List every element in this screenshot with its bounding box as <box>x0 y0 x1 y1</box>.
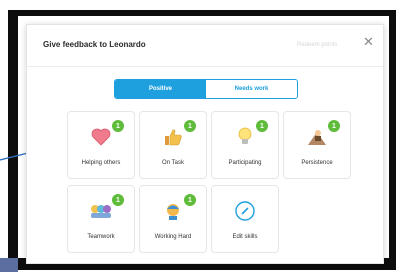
lightbulb-icon <box>234 126 256 148</box>
skill-label: Participating <box>228 160 262 166</box>
tab-positive[interactable]: Positive <box>115 80 206 98</box>
hard-worker-icon <box>162 200 184 222</box>
skill-tile-working-hard[interactable]: 1 Working Hard <box>139 185 207 253</box>
skill-tile-teamwork[interactable]: 1 Teamwork <box>67 185 135 253</box>
skill-label: Helping others <box>81 160 121 166</box>
point-badge: 1 <box>256 120 268 132</box>
close-icon[interactable]: ✕ <box>363 35 374 49</box>
feedback-type-tabs: Positive Needs work <box>114 79 298 99</box>
skill-tile-participating[interactable]: 1 Participating <box>211 111 279 179</box>
climber-icon <box>306 126 328 148</box>
skill-tile-on-task[interactable]: 1 On Task <box>139 111 207 179</box>
point-badge: 1 <box>184 120 196 132</box>
point-badge: 1 <box>184 194 196 206</box>
skill-tile-helping-others[interactable]: 1 Helping others <box>67 111 135 179</box>
point-badge: 1 <box>112 194 124 206</box>
tab-needs-work[interactable]: Needs work <box>206 80 297 98</box>
heart-icon <box>90 126 112 148</box>
skill-label: Edit skills <box>232 234 258 240</box>
edit-skills-button[interactable]: Edit skills <box>211 185 279 253</box>
pencil-icon <box>234 200 256 222</box>
dialog-title: Give feedback to Leonardo <box>43 40 146 49</box>
skill-label: Persistence <box>301 160 333 166</box>
redeem-points-link[interactable]: Redeem points <box>297 42 337 48</box>
thumbs-up-icon <box>162 126 184 148</box>
skill-tile-persistence[interactable]: 1 Persistence <box>283 111 351 179</box>
point-badge: 1 <box>112 120 124 132</box>
dialog-header: Give feedback to Leonardo Redeem points … <box>27 25 383 67</box>
feedback-dialog: Give feedback to Leonardo Redeem points … <box>26 24 384 264</box>
skill-label: On Task <box>162 160 184 166</box>
skill-label: Teamwork <box>87 234 115 240</box>
point-badge: 1 <box>328 120 340 132</box>
skill-label: Working Hard <box>154 234 192 240</box>
team-icon <box>90 200 112 222</box>
